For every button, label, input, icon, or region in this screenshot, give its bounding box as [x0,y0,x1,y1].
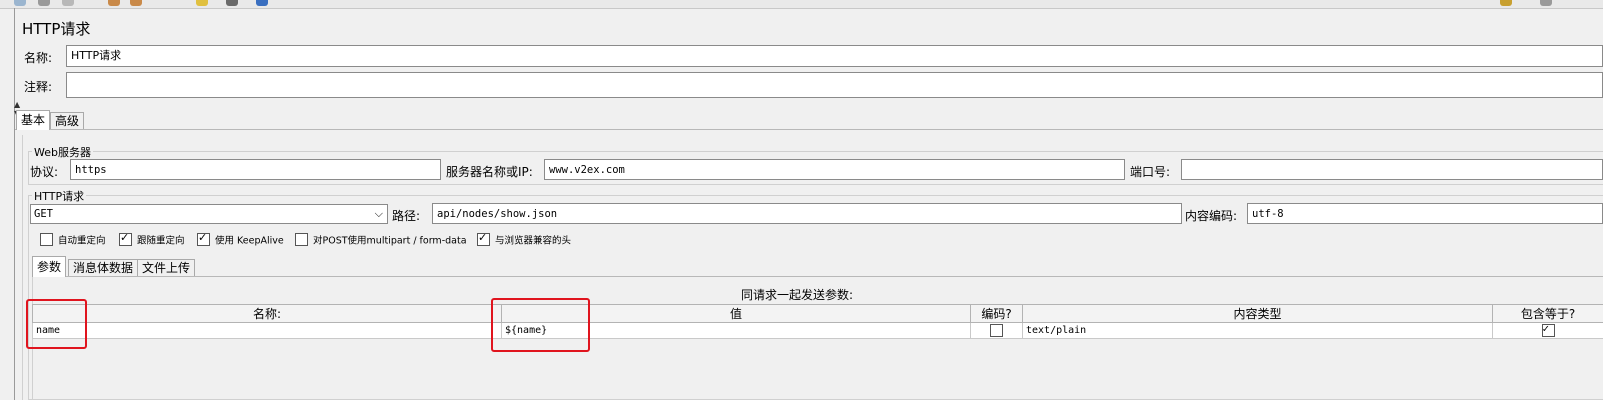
param-content-type-cell[interactable]: text/plain [1022,322,1493,339]
checkbox[interactable] [295,233,308,246]
method-select[interactable]: GET ⌵ [30,204,388,224]
param-name-cell[interactable]: name [32,322,502,339]
tab-file-upload[interactable]: 文件上传 [137,259,196,276]
highlight-box-value-column [491,298,590,352]
parameters-caption: 同请求一起发送参数: [741,288,854,302]
path-label: 路径: [392,209,421,223]
param-include-equals-cell[interactable] [1492,322,1603,339]
column-header-content-type[interactable]: 内容类型 [1022,304,1493,323]
option-label: 自动重定向 [58,235,106,247]
option-follow-redirects[interactable]: 跟随重定向 [119,231,185,247]
checkbox[interactable] [197,231,210,246]
page-title: HTTP请求 [22,20,91,38]
web-server-group-title: Web服务器 [32,144,93,160]
column-header-encode[interactable]: 编码? [970,304,1023,323]
comment-label: 注释: [24,80,53,94]
tab-parameters[interactable]: 参数 [32,256,67,277]
toolbar-icon[interactable] [62,0,74,6]
checkbox[interactable] [477,231,490,246]
option-browser-compatible-headers[interactable]: 与浏览器兼容的头 [477,231,572,247]
tree-splitter[interactable] [14,8,15,400]
option-multipart[interactable]: 对POST使用multipart / form-data [295,232,467,247]
highlight-box-name-column [26,299,87,349]
toolbar-icon[interactable] [196,0,208,6]
port-input[interactable] [1181,159,1603,180]
comment-input[interactable] [66,72,1603,98]
parameters-table: 名称: 值 编码? 内容类型 包含等于? name ${name} text/p… [32,304,1603,339]
toolbar-icon[interactable] [1540,0,1552,6]
toolbar-icon[interactable] [38,0,50,6]
table-row[interactable]: name ${name} text/plain [32,322,1603,339]
tab-basic[interactable]: 基本 [16,110,51,130]
method-value: GET [34,208,53,220]
toolbar-icon[interactable] [1500,0,1512,6]
server-label: 服务器名称或IP: [446,165,533,179]
http-request-group-title: HTTP请求 [32,188,87,204]
toolbar [0,0,1603,9]
checkbox[interactable] [119,231,132,246]
param-encode-cell[interactable] [970,322,1023,339]
table-header-row: 名称: 值 编码? 内容类型 包含等于? [32,304,1603,323]
server-input[interactable]: www.v2ex.com [544,159,1125,180]
option-label: 跟随重定向 [137,235,185,247]
tab-body-data[interactable]: 消息体数据 [68,259,139,276]
checkbox[interactable] [990,324,1003,337]
protocol-input[interactable]: https [70,159,441,180]
protocol-label: 协议: [30,165,59,179]
option-label: 对POST使用multipart / form-data [313,235,467,247]
option-keepalive[interactable]: 使用 KeepAlive [197,231,284,247]
column-header-include-equals[interactable]: 包含等于? [1492,304,1603,323]
content-encoding-input[interactable]: utf-8 [1247,203,1603,224]
name-label: 名称: [24,51,53,65]
option-label: 使用 KeepAlive [215,235,284,247]
content-encoding-label: 内容编码: [1185,209,1238,223]
checkbox[interactable] [1541,324,1555,337]
toolbar-icon[interactable] [130,0,142,6]
path-input[interactable]: api/nodes/show.json [432,203,1182,224]
toolbar-icon[interactable] [226,0,238,6]
column-header-name[interactable]: 名称: [32,304,502,323]
chevron-down-icon: ⌵ [374,207,383,220]
toolbar-icon[interactable] [14,0,26,6]
option-label: 与浏览器兼容的头 [495,235,572,247]
toolbar-icon[interactable] [108,0,120,6]
checkbox[interactable] [40,233,53,246]
name-input[interactable]: HTTP请求 [66,45,1603,67]
port-label: 端口号: [1130,165,1171,179]
tab-advanced[interactable]: 高级 [50,112,85,129]
toolbar-icon[interactable] [256,0,268,6]
option-auto-redirect[interactable]: 自动重定向 [40,232,106,247]
